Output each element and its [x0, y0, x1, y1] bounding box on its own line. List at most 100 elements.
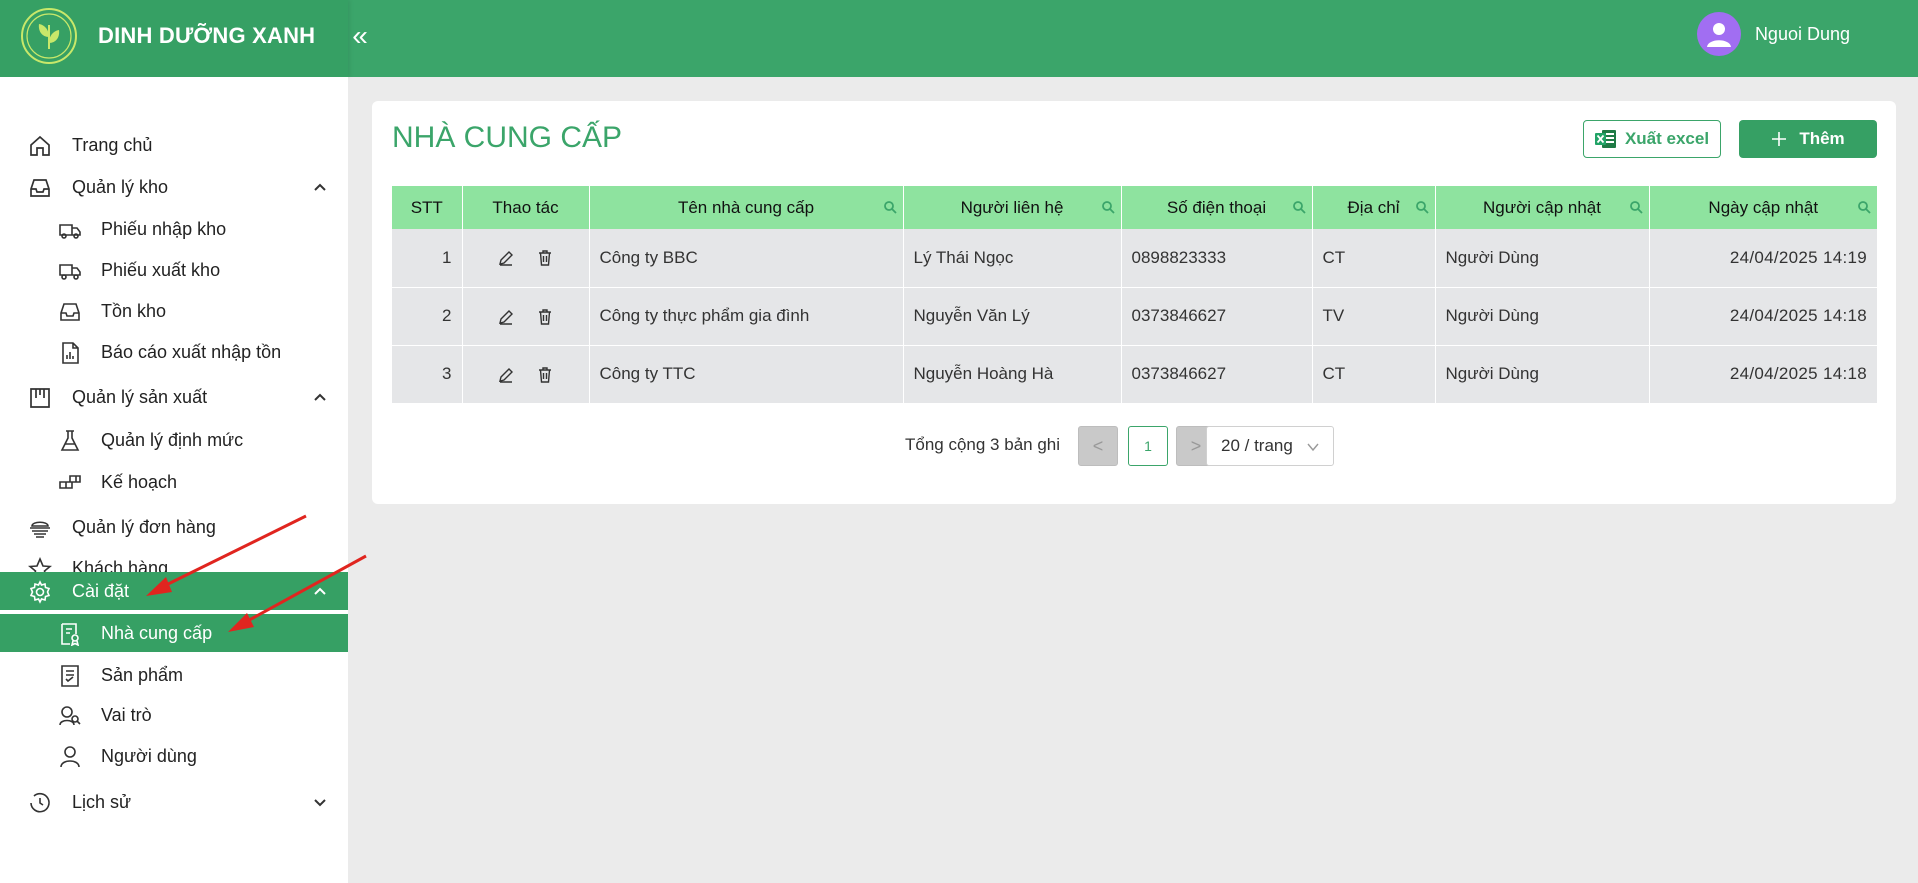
sidebar-item-label: Trang chủ: [72, 134, 153, 155]
cell-address: TV: [1312, 287, 1436, 346]
edit-icon[interactable]: [497, 249, 515, 267]
sidebar-item-settings[interactable]: Cài đặt: [0, 572, 348, 610]
sidebar-item-home[interactable]: Trang chủ: [0, 126, 348, 164]
gear-icon: [29, 580, 51, 604]
sidebar-item-export-receipt[interactable]: Phiếu xuất kho: [0, 251, 348, 289]
sidebar-item-norms[interactable]: Quản lý định mức: [0, 421, 348, 459]
sidebar-item-label: Quản lý định mức: [101, 429, 244, 450]
search-icon[interactable]: [1629, 200, 1643, 214]
cell-actions: [462, 287, 590, 346]
collapse-sidebar-icon[interactable]: «: [348, 18, 372, 54]
sidebar-item-plan[interactable]: Kế hoạch: [0, 463, 348, 501]
supplier-icon: [61, 623, 80, 646]
sidebar-item-users[interactable]: Người dùng: [0, 737, 348, 775]
column-label: Người cập nhật: [1483, 197, 1601, 217]
page-title: NHÀ CUNG CẤP: [392, 121, 623, 154]
page-size-value: 20 / trang: [1221, 436, 1293, 455]
roles-icon: [59, 706, 81, 726]
column-label: STT: [410, 197, 443, 217]
page-size-select[interactable]: 20 / trang: [1206, 426, 1334, 466]
column-label: Địa chỉ: [1347, 197, 1400, 217]
user-avatar-icon: [1706, 23, 1731, 47]
sidebar-item-label: Báo cáo xuất nhập tồn: [101, 341, 282, 362]
sidebar-item-label: Kế hoạch: [101, 471, 178, 492]
clock-icon: [30, 792, 50, 813]
sidebar-item-label: Tồn kho: [101, 300, 167, 321]
chevron-down-icon: [314, 799, 326, 807]
cell-phone: 0898823333: [1121, 229, 1313, 288]
column-header-updated-at[interactable]: Ngày cập nhật: [1649, 186, 1877, 229]
prev-page-button[interactable]: <: [1078, 426, 1118, 466]
column-header-address[interactable]: Địa chỉ: [1312, 186, 1436, 229]
chevron-up-icon: [314, 393, 326, 401]
column-header-contact[interactable]: Người liên hệ: [903, 186, 1122, 229]
sidebar-item-label: Lịch sử: [72, 791, 132, 812]
table-header-row: STT Thao tác Tên nhà cung cấp Người liên…: [392, 186, 1877, 229]
sidebar-item-history[interactable]: Lịch sử: [0, 783, 348, 821]
search-icon[interactable]: [1857, 200, 1871, 214]
user-menu[interactable]: Nguoi Dung: [1696, 12, 1850, 56]
search-icon[interactable]: [1292, 200, 1306, 214]
sidebar-item-import-receipt[interactable]: Phiếu nhập kho: [0, 210, 348, 248]
sidebar-item-label: Vai trò: [101, 704, 152, 725]
search-icon[interactable]: [1101, 200, 1115, 214]
pagination: Tổng cộng 3 bản ghi < 1 > 20 / trang: [372, 426, 1896, 466]
chevron-down-icon: [1307, 443, 1319, 452]
cell-phone: 0373846627: [1121, 287, 1313, 346]
column-header-stt[interactable]: STT: [392, 186, 463, 229]
home-icon: [30, 135, 50, 156]
column-header-phone[interactable]: Số điện thoại: [1121, 186, 1313, 229]
cell-phone: 0373846627: [1121, 345, 1313, 404]
chevron-up-icon: [314, 183, 326, 191]
cell-name: Công ty BBC: [589, 229, 904, 288]
column-label: Người liên hệ: [960, 197, 1064, 217]
cell-contact: Nguyễn Văn Lý: [903, 287, 1122, 346]
brand[interactable]: DINH DƯỠNG XANH: [0, 0, 348, 77]
page-1-button[interactable]: 1: [1128, 426, 1168, 466]
sidebar-item-label: Quản lý đơn hàng: [72, 516, 216, 537]
sidebar-item-orders[interactable]: Quản lý đơn hàng: [0, 508, 348, 546]
edit-icon[interactable]: [497, 308, 515, 326]
logo-icon: [21, 8, 77, 64]
chevron-up-icon: [314, 587, 326, 595]
plus-icon: [1772, 132, 1787, 146]
flask-icon: [60, 430, 80, 451]
cell-address: CT: [1312, 229, 1436, 288]
sidebar-item-suppliers[interactable]: Nhà cung cấp: [0, 614, 348, 652]
top-header: DINH DƯỠNG XANH « Nguoi Dung: [0, 0, 1918, 77]
sidebar-item-report[interactable]: Báo cáo xuất nhập tồn: [0, 333, 348, 371]
search-icon[interactable]: [1415, 200, 1429, 214]
sidebar-item-stock[interactable]: Tồn kho: [0, 292, 348, 330]
column-header-updated-by[interactable]: Người cập nhật: [1435, 186, 1650, 229]
column-label: Thao tác: [492, 197, 559, 217]
add-supplier-button[interactable]: Thêm: [1739, 120, 1877, 158]
column-header-name[interactable]: Tên nhà cung cấp: [589, 186, 904, 229]
product-icon: [61, 665, 79, 687]
column-label: Tên nhà cung cấp: [677, 197, 815, 217]
sidebar-item-label: Phiếu xuất kho: [101, 259, 221, 280]
cell-updated-at: 24/04/2025 14:18: [1649, 345, 1877, 404]
delete-icon[interactable]: [536, 249, 554, 267]
factory-icon: [30, 388, 50, 408]
delete-icon[interactable]: [536, 308, 554, 326]
search-icon[interactable]: [883, 200, 897, 214]
sidebar-item-products[interactable]: Sản phẩm: [0, 656, 348, 694]
edit-icon[interactable]: [497, 366, 515, 384]
user-name: Nguoi Dung: [1754, 23, 1850, 44]
cell-contact: Nguyễn Hoàng Hà: [903, 345, 1122, 404]
avatar[interactable]: [1696, 12, 1741, 56]
sidebar-item-roles[interactable]: Vai trò: [0, 696, 348, 734]
delete-icon[interactable]: [536, 366, 554, 384]
table-row[interactable]: 1 Công ty BBC Lý Thái Ngọc 0898823333 CT…: [392, 229, 1877, 288]
cell-contact: Lý Thái Ngọc: [903, 229, 1122, 288]
table-row[interactable]: 2 Công ty thực phẩm gia đình Nguyễn Văn …: [392, 287, 1877, 346]
sidebar-item-warehouse[interactable]: Quản lý kho: [0, 168, 348, 206]
cell-updated-at: 24/04/2025 14:18: [1649, 287, 1877, 346]
export-excel-button[interactable]: Xuất excel: [1583, 120, 1721, 158]
cell-name: Công ty thực phẩm gia đình: [589, 287, 904, 346]
blocks-icon: [59, 475, 81, 489]
table-row[interactable]: 3 Công ty TTC Nguyễn Hoàng Hà 0373846627…: [392, 345, 1877, 404]
sidebar-item-production[interactable]: Quản lý sản xuất: [0, 378, 348, 416]
cell-updated-by: Người Dùng: [1435, 287, 1650, 346]
truck-in-icon: [59, 224, 81, 239]
